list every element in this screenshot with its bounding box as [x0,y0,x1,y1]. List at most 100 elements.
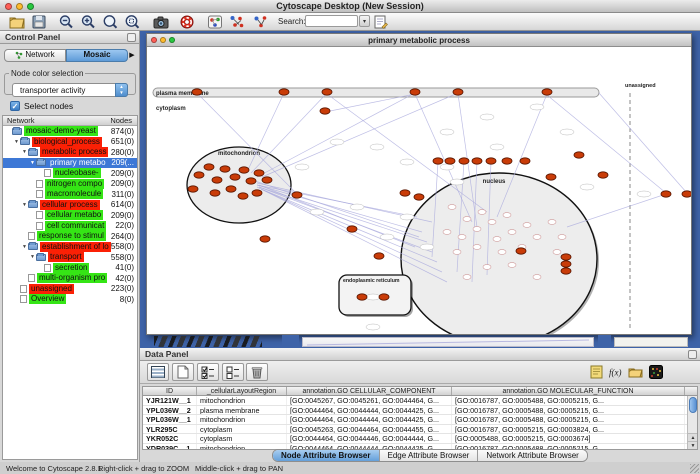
network-node[interactable] [473,245,481,250]
open-file-icon[interactable] [8,14,26,30]
highlighted-network-node[interactable] [194,172,204,178]
network-canvas[interactable]: nucleusmitochondrionplasma membranecytop… [147,47,691,334]
tree-row-establishment-of-lo[interactable]: ▼establishment of lo558(0) [3,242,137,253]
highlighted-network-node[interactable] [238,193,248,199]
highlighted-network-node[interactable] [210,190,220,196]
network-node[interactable] [458,235,466,240]
scroll-down-arrow[interactable]: ▼ [688,441,698,449]
highlighted-network-node[interactable] [459,158,469,164]
highlighted-network-node[interactable] [546,174,556,180]
node-color-dropdown[interactable]: transporter activity ▲▼ [12,83,128,97]
zoom-window-button[interactable] [27,3,34,10]
network-edge[interactable] [257,93,415,177]
network-node[interactable] [488,220,496,225]
table-row[interactable]: YJR121W__1mitochondrion[GO:0045267, GO:0… [143,396,697,406]
table-row[interactable]: YLR295Ccytoplasm[GO:0045263, GO:0044464,… [143,425,697,435]
network-node[interactable] [508,230,516,235]
highlighted-network-node[interactable] [279,89,289,95]
network-node[interactable] [533,275,541,280]
network-node[interactable] [473,227,481,232]
tree-row-cellular-metabo[interactable]: cellular metabo209(0) [3,210,137,221]
scroll-up-arrow[interactable]: ▲ [688,433,698,441]
tree-row-biological-process[interactable]: ▼biological_process651(0) [3,137,137,148]
new-attribute-icon[interactable] [172,363,194,381]
tab-overflow-arrow[interactable]: ▶ [128,51,136,59]
network-node[interactable] [463,275,471,280]
network-edge[interactable] [251,93,327,173]
tree-row-secretion[interactable]: secretion41(0) [3,263,137,274]
highlighted-network-node[interactable] [254,170,264,176]
highlighted-network-node[interactable] [453,89,463,95]
network-node[interactable] [498,250,506,255]
float-panel-icon[interactable] [127,33,136,42]
tree-row-multi-organism-pro[interactable]: multi-organism pro42(0) [3,273,137,284]
layout-b-icon[interactable] [252,14,270,30]
expand-arrow-icon[interactable]: ▼ [21,202,28,208]
highlighted-network-node[interactable] [226,186,236,192]
network-edge[interactable] [547,95,666,193]
plasma-membrane-compartment[interactable] [153,88,599,97]
close-window-button[interactable] [5,3,12,10]
network-node[interactable] [503,213,511,218]
expand-arrow-icon[interactable]: ▼ [21,149,28,155]
highlighted-network-node[interactable] [239,167,249,173]
network-edge[interactable] [599,93,687,193]
highlighted-network-node[interactable] [322,89,332,95]
table-column-header[interactable]: _cellularLayoutRegion [197,387,287,395]
expand-arrow-icon[interactable]: ▼ [21,244,28,250]
expand-arrow-icon[interactable]: ▼ [13,139,20,145]
table-row[interactable]: YPL036W__1mitochondrion[GO:0044464, GO:0… [143,415,697,425]
table-row[interactable]: YPL036W__2plasma membrane[GO:0044464, GO… [143,406,697,416]
zoom-in-icon[interactable] [80,14,98,30]
table-column-header[interactable]: annotation.GO MOLECULAR_FUNCTION [452,387,685,395]
tree-row-cellular-process[interactable]: ▼cellular process614(0) [3,200,137,211]
network-node[interactable] [558,235,566,240]
expand-arrow-icon[interactable]: ▼ [29,160,36,166]
highlighted-network-node[interactable] [192,89,202,95]
highlighted-network-node[interactable] [204,164,214,170]
highlighted-network-node[interactable] [516,248,526,254]
tree-row-macromolecule[interactable]: macromolecule311(0) [3,189,137,200]
network-node[interactable] [493,237,501,242]
highlighted-network-node[interactable] [400,190,410,196]
save-session-icon[interactable] [30,14,48,30]
network-node[interactable] [448,205,456,210]
highlighted-network-node[interactable] [188,186,198,192]
highlighted-network-node[interactable] [598,172,608,178]
highlighted-network-node[interactable] [542,89,552,95]
attribute-editor-icon[interactable] [372,14,390,30]
highlighted-network-node[interactable] [260,236,270,242]
highlighted-network-node[interactable] [262,177,272,183]
tree-row-response-to-stimul[interactable]: response to stimul264(0) [3,231,137,242]
highlighted-network-node[interactable] [374,253,384,259]
table-row[interactable]: YKR052Ccytoplasm[GO:0044464, GO:0044446,… [143,434,697,444]
tree-row-nucleobase-[interactable]: nucleobase-209(0) [3,168,137,179]
highlighted-network-node[interactable] [292,192,302,198]
network-node[interactable] [508,263,516,268]
highlighted-network-node[interactable] [220,166,230,172]
zoom-out-icon[interactable] [58,14,76,30]
attribute-notes-icon[interactable] [588,364,605,380]
attribute-matrix-icon[interactable] [647,364,664,380]
search-dropdown-caret[interactable]: ▾ [359,15,370,27]
tree-row-transport[interactable]: ▼transport558(0) [3,252,137,263]
highlighted-network-node[interactable] [410,89,420,95]
tree-row-cell-communicat[interactable]: cell communicat22(0) [3,221,137,232]
highlighted-network-node[interactable] [433,158,443,164]
highlighted-network-node[interactable] [357,294,367,300]
tree-row-unassigned[interactable]: unassigned223(0) [3,284,137,295]
highlighted-network-node[interactable] [561,254,571,260]
formula-builder-icon[interactable]: f(x) [607,364,624,380]
highlighted-network-node[interactable] [502,158,512,164]
table-rows-icon[interactable] [147,363,169,381]
select-all-attributes-icon[interactable] [197,363,219,381]
zoom-selected-icon[interactable] [124,14,142,30]
highlighted-network-node[interactable] [414,194,424,200]
zoom-fit-icon[interactable] [102,14,120,30]
table-column-header[interactable]: annotation.GO CELLULAR_COMPONENT [287,387,452,395]
network-node[interactable] [443,230,451,235]
highlighted-network-node[interactable] [320,108,330,114]
network-edge[interactable] [262,93,458,177]
highlighted-network-node[interactable] [445,158,455,164]
tree-row-metabolic-process[interactable]: ▼metabolic process280(0) [3,147,137,158]
